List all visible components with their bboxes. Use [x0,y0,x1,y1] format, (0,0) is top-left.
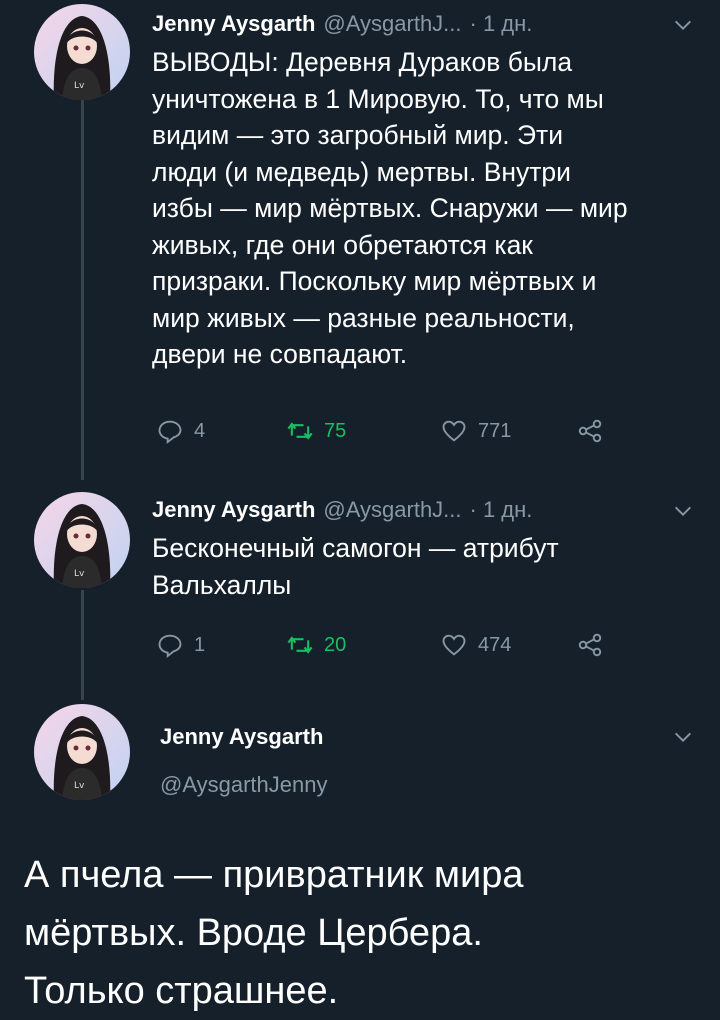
tweet-header: Jenny Aysgarth @AysgarthJ... · 1 дн. [152,495,532,525]
chevron-down-icon[interactable] [672,14,694,36]
author-name[interactable]: Jenny Aysgarth [152,497,315,523]
like-count: 474 [478,633,512,656]
avatar-image: Lv [34,4,130,100]
author-name[interactable]: Jenny Aysgarth [152,11,315,37]
tweet-header: Jenny Aysgarth @AysgarthJ... · 1 дн. [152,9,532,39]
like-button[interactable]: 771 [440,416,511,446]
retweet-count: 75 [324,419,347,442]
retweet-button[interactable]: 75 [286,416,346,446]
tweet-thread-page: Lv Jenny Aysgarth @AysgarthJ... · 1 дн. … [0,0,720,1020]
share-button[interactable] [576,416,604,446]
reply-button[interactable]: 1 [156,630,205,660]
tweet-text: А пчела — привратник мира мёртвых. Вроде… [24,854,524,1012]
avatar[interactable]: Lv [34,4,130,100]
svg-text:Lv: Lv [74,781,85,791]
reply-count: 4 [194,419,206,442]
like-button[interactable]: 474 [440,630,511,660]
author-handle[interactable]: @AysgarthJ... [323,11,461,37]
chevron-down-icon[interactable] [672,500,694,522]
share-button[interactable] [576,630,604,660]
svg-text:Lv: Lv [74,569,85,579]
avatar-image: Lv [34,492,130,588]
author-name[interactable]: Jenny Aysgarth [160,724,323,750]
retweet-count: 20 [324,633,347,656]
reply-button[interactable]: 4 [156,416,205,446]
tweet[interactable]: Lv Jenny Aysgarth @AysgarthJ... · 1 дн. … [0,0,720,480]
retweet-icon [287,636,313,654]
retweet-icon [287,422,313,440]
share-icon [578,633,602,657]
reply-count: 1 [194,633,206,656]
tweet-text: Бесконечный самогон — атрибут Вальхаллы [152,533,559,600]
tweet-time[interactable]: · 1 дн. [470,11,533,37]
heart-icon [442,420,466,442]
author-handle[interactable]: @AysgarthJenny [160,772,327,798]
tweet-text: ВЫВОДЫ: Деревня Дураков была уничтожена … [152,47,628,369]
author-handle[interactable]: @AysgarthJ... [323,497,461,523]
avatar[interactable]: Lv [34,704,130,800]
reply-icon [158,634,182,659]
heart-icon [442,634,466,656]
svg-text:Lv: Lv [74,81,85,91]
avatar[interactable]: Lv [34,492,130,588]
avatar-image: Lv [34,704,130,800]
tweet-time[interactable]: · 1 дн. [470,497,533,523]
like-count: 771 [478,419,512,442]
chevron-down-icon[interactable] [672,726,694,748]
reply-icon [158,420,182,445]
tweet[interactable]: Lv Jenny Aysgarth @AysgarthJ... · 1 дн. … [0,490,720,690]
share-icon [578,419,602,443]
retweet-button[interactable]: 20 [286,630,346,660]
